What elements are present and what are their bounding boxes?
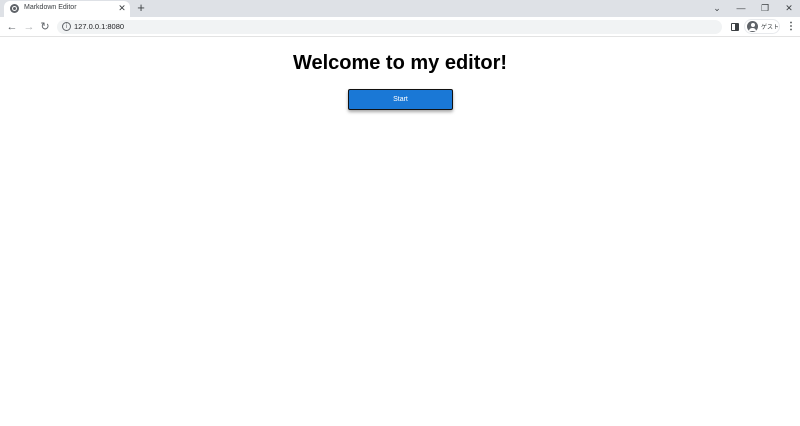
reload-button[interactable]: ↻	[38, 20, 52, 34]
site-info-icon[interactable]: i	[62, 22, 71, 31]
tab-close-icon[interactable]: ✕	[116, 2, 128, 14]
globe-icon	[10, 4, 19, 13]
page-content: Welcome to my editor! Start	[0, 38, 800, 426]
side-panel-icon[interactable]	[731, 23, 739, 31]
restore-button[interactable]: ❐	[754, 0, 776, 17]
forward-button[interactable]: →	[22, 20, 36, 34]
tab-search-icon[interactable]: ⌄	[706, 0, 728, 17]
address-bar[interactable]: i 127.0.0.1:8080	[57, 20, 722, 34]
close-window-button[interactable]: ✕	[778, 0, 800, 17]
more-menu-icon[interactable]: ⋮	[786, 20, 796, 34]
tab-title: Markdown Editor	[24, 4, 77, 11]
start-button[interactable]: Start	[348, 89, 453, 110]
profile-label: ゲスト	[761, 24, 780, 31]
browser-toolbar: ← → ↻ i 127.0.0.1:8080 ゲスト ⋮	[0, 17, 800, 37]
tab-strip: Markdown Editor ✕ + ⌄ — ❐ ✕	[0, 0, 800, 17]
minimize-button[interactable]: —	[730, 0, 752, 17]
avatar-icon	[747, 21, 758, 32]
tab-markdown-editor[interactable]: Markdown Editor ✕	[4, 1, 130, 17]
back-button[interactable]: ←	[5, 20, 19, 34]
new-tab-button[interactable]: +	[134, 1, 148, 15]
page-title: Welcome to my editor!	[292, 52, 508, 74]
url-text[interactable]: 127.0.0.1:8080	[74, 22, 124, 31]
profile-button[interactable]: ゲスト	[744, 19, 780, 34]
